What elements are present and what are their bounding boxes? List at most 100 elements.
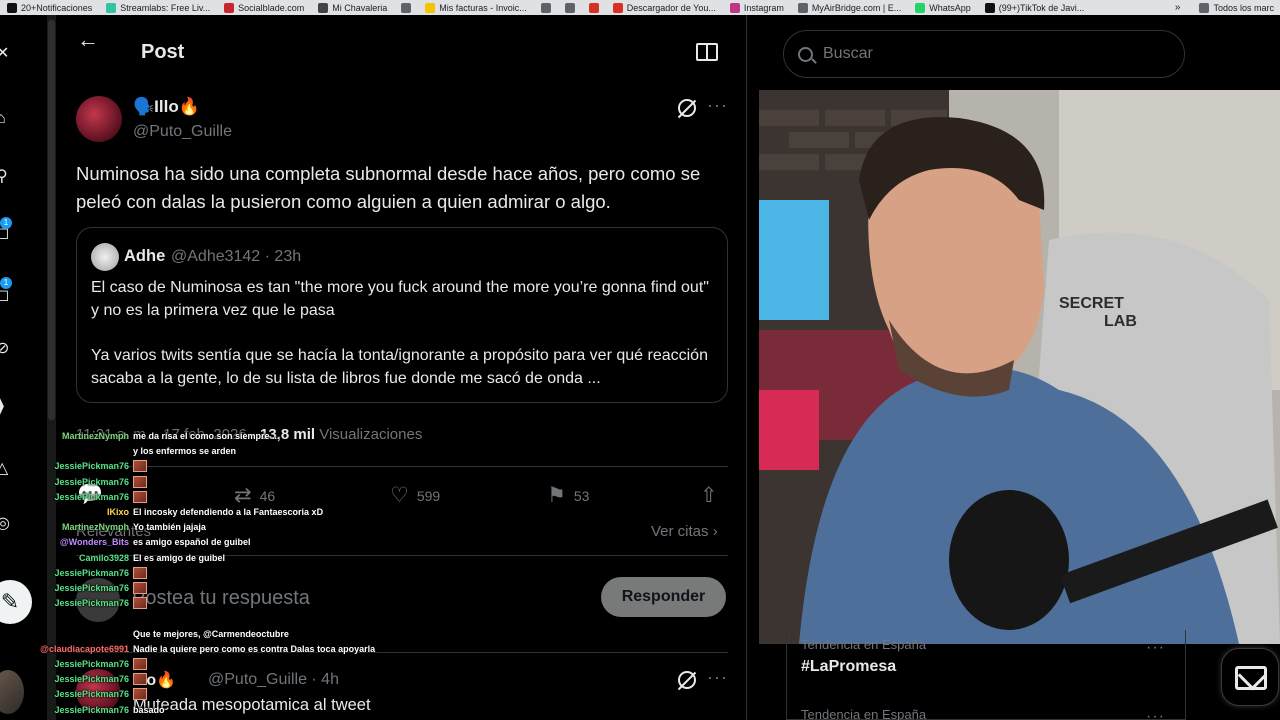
bookmark-item[interactable]: Descargador de You... <box>606 0 723 15</box>
repost-count: 46 <box>259 487 276 504</box>
reply-text: Muteada mesopotamica al tweet <box>133 696 371 714</box>
back-arrow-icon[interactable]: ← <box>77 27 99 53</box>
reply-author-handle[interactable]: @Puto_Guille · 4h <box>208 671 339 689</box>
divider <box>76 652 728 653</box>
trend-more-icon[interactable]: ··· <box>1146 708 1165 720</box>
account-avatar[interactable] <box>0 670 24 714</box>
bookmark-item[interactable]: 20+Notificaciones <box>0 0 99 15</box>
views-label: Visualizaciones <box>315 426 423 443</box>
tweet-meta: 11:21 a. m. · 17 feb. 2026 · 13,8 mil Vi… <box>76 426 422 443</box>
author-handle[interactable]: @Puto_Guille <box>133 123 232 141</box>
reply-grok-icon[interactable] <box>678 671 696 689</box>
bookmarks-overflow-button[interactable]: » <box>1163 2 1193 13</box>
bookmark-item[interactable]: Instagram <box>723 0 791 15</box>
left-navigation: ✕ ⌂ ⚲ ◻ 1 ◻ 1 ⊘ ⧫ △ ◎ ✎ <box>0 15 44 720</box>
bookmarks-icon[interactable]: ⧫ <box>0 398 12 416</box>
post-header: ← Post <box>57 15 746 65</box>
reply-author-avatar[interactable] <box>76 669 120 713</box>
premium-icon[interactable]: ◎ <box>0 515 12 533</box>
bookmark-item[interactable] <box>534 0 558 15</box>
bookmark-favicon-icon <box>106 2 117 13</box>
repost-icon: ⇄ <box>234 484 252 507</box>
reply-input[interactable]: Postea tu respuesta <box>132 587 310 610</box>
webcam-brand-line2: LAB <box>1104 313 1137 330</box>
page-title: Post <box>141 41 185 63</box>
bookmark-label: Streamlabs: Free Liv... <box>120 2 211 13</box>
bookmark-favicon-icon <box>425 2 436 13</box>
trend-category: Tendencia en España <box>801 707 927 720</box>
trend-item-name[interactable]: #LaPromesa <box>801 658 896 676</box>
bookmark-label: 20+Notificaciones <box>21 2 93 13</box>
share-action[interactable]: ⇧ <box>700 483 718 508</box>
bookmark-favicon-icon <box>7 2 17 13</box>
view-quotes-link[interactable]: Ver citas › <box>651 523 718 540</box>
x-logo-icon[interactable]: ✕ <box>0 45 12 63</box>
reply-action[interactable]: 💬 <box>77 483 103 507</box>
bookmark-item[interactable]: WhatsApp <box>908 0 978 15</box>
like-action[interactable]: ♡ 599 <box>390 483 440 508</box>
bookmark-favicon-icon <box>729 2 740 13</box>
webcam-image: SECRET LAB <box>759 90 1280 644</box>
reply-sort-dropdown[interactable]: Relevantes <box>76 523 151 540</box>
bookmark-item[interactable] <box>394 0 418 15</box>
more-options-icon[interactable]: ··· <box>707 95 728 116</box>
bookmark-item[interactable]: Socialblade.com <box>217 0 311 15</box>
quoted-tweet[interactable]: Adhe @Adhe3142 · 23h El caso de Numinosa… <box>76 227 728 403</box>
bookmark-count: 53 <box>573 487 590 504</box>
bookmark-item[interactable] <box>558 0 582 15</box>
bookmark-item[interactable]: Mi Chavaleria <box>311 0 394 15</box>
reader-mode-icon[interactable] <box>696 43 718 61</box>
bookmark-favicon-icon <box>401 2 412 13</box>
quoted-author-meta: @Adhe3142 · 23h <box>171 248 302 265</box>
repost-action[interactable]: ⇄ 46 <box>234 483 275 508</box>
bookmark-item[interactable]: Mis facturas - Invoic... <box>418 0 534 15</box>
reply-more-icon[interactable]: ··· <box>707 667 728 688</box>
feather-icon: ✎ <box>0 589 20 614</box>
bookmark-favicon-icon <box>318 2 329 13</box>
bookmark-item[interactable]: Streamlabs: Free Liv... <box>99 0 217 15</box>
bookmark-item[interactable] <box>582 0 606 15</box>
messages-drawer-button[interactable] <box>1221 648 1279 706</box>
explore-search-icon[interactable]: ⚲ <box>0 168 12 186</box>
home-icon[interactable]: ⌂ <box>0 110 12 128</box>
grok-icon[interactable]: ⊘ <box>0 340 12 358</box>
bookmark-label: Socialblade.com <box>238 2 305 13</box>
trend-category: Tendencia en España <box>801 637 927 652</box>
bookmark-item[interactable]: MyAirBridge.com | E... <box>791 0 908 15</box>
quoted-paragraph-2: Ya varios twits sentía que se hacía la t… <box>91 347 708 387</box>
tweet-timestamp[interactable]: 11:21 a. m. · 17 feb. 2026 · <box>76 426 260 443</box>
bookmark-favicon-icon <box>564 2 575 13</box>
author-display-name[interactable]: 🗣️Illo🔥 <box>133 97 200 117</box>
grok-explain-icon[interactable] <box>678 99 696 117</box>
quoted-tweet-text: El caso de Numinosa es tan "the more you… <box>91 276 711 390</box>
folder-icon <box>1199 2 1210 13</box>
main-column: ← Post 🗣️Illo🔥 @Puto_Guille ··· Numinosa… <box>57 15 747 720</box>
scrollbar-thumb[interactable] <box>48 20 55 420</box>
compose-post-button[interactable]: ✎ <box>0 580 32 624</box>
author-avatar[interactable] <box>76 96 122 142</box>
messages-icon[interactable]: ◻ <box>0 287 12 305</box>
divider <box>76 555 728 556</box>
reply-submit-button[interactable]: Responder <box>601 577 726 617</box>
bookmark-item[interactable]: (99+)TikTok de Javi... <box>978 0 1091 15</box>
notifications-badge: 1 <box>0 217 12 229</box>
bookmark-favicon-icon <box>984 2 995 13</box>
webcam-brand-line1: SECRET <box>1059 295 1124 312</box>
bookmark-label: WhatsApp <box>929 2 971 13</box>
divider <box>76 466 728 467</box>
search-input[interactable]: Buscar <box>823 45 873 63</box>
bookmark-label: MyAirBridge.com | E... <box>811 2 902 13</box>
share-icon: ⇧ <box>700 484 718 507</box>
communities-icon[interactable]: △ <box>0 460 12 478</box>
search-bar[interactable]: Buscar <box>783 30 1185 78</box>
view-quotes-label: Ver citas <box>651 523 709 540</box>
heart-icon: ♡ <box>390 484 409 507</box>
reply-author-name[interactable]: Illo🔥 <box>133 670 176 690</box>
bookmark-action[interactable]: ⚑ 53 <box>547 483 589 508</box>
quoted-author-avatar <box>91 243 119 271</box>
bookmark-favicon-icon <box>588 2 599 13</box>
messages-badge: 1 <box>0 277 12 289</box>
all-bookmarks-folder[interactable]: Todos los marc <box>1192 0 1280 15</box>
bookmark-favicon-icon <box>797 2 808 13</box>
trend-more-icon[interactable]: ··· <box>1146 639 1165 657</box>
